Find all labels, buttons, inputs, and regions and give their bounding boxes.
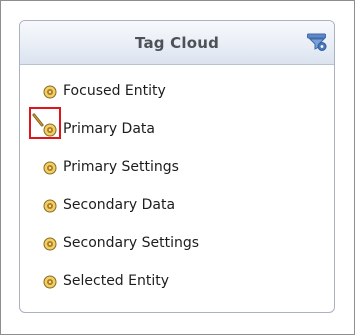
tag-cloud-panel: Tag Cloud Focused Entity Primary Data Pr…	[19, 20, 335, 313]
list-item-label: Selected Entity	[63, 273, 170, 289]
list-item-primary-settings[interactable]: Primary Settings	[20, 151, 334, 189]
panel-title: Tag Cloud	[134, 34, 220, 52]
panel-header: Tag Cloud	[20, 21, 334, 65]
filter-settings-icon[interactable]	[306, 32, 328, 52]
radio-dot-icon	[43, 161, 57, 175]
radio-dot-icon	[43, 85, 57, 99]
list-item-focused-entity[interactable]: Focused Entity	[20, 75, 334, 113]
list-item-label: Primary Settings	[63, 159, 179, 175]
list-item-label: Secondary Settings	[63, 235, 200, 251]
list-item-selected-entity[interactable]: Selected Entity	[20, 265, 334, 303]
tag-cloud-menu: Focused Entity Primary Data Primary Sett…	[20, 75, 334, 303]
radio-dot-icon	[43, 237, 57, 251]
list-item-label: Focused Entity	[63, 83, 166, 99]
list-item-label: Primary Data	[63, 121, 155, 137]
list-item-label: Secondary Data	[63, 197, 176, 213]
highlight-box	[29, 107, 61, 139]
screenshot-frame: Tag Cloud Focused Entity Primary Data Pr…	[0, 0, 355, 335]
list-item-secondary-data[interactable]: Secondary Data	[20, 189, 334, 227]
radio-dot-icon	[43, 199, 57, 213]
radio-dot-icon	[43, 275, 57, 289]
list-item-primary-data[interactable]: Primary Data	[20, 107, 334, 151]
list-item-secondary-settings[interactable]: Secondary Settings	[20, 227, 334, 265]
